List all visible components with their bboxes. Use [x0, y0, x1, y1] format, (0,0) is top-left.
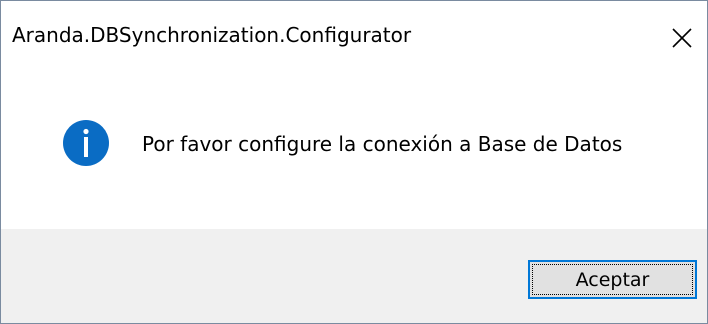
message-text: Por favor configure la conexión a Base d… — [142, 132, 623, 156]
title-bar[interactable]: Aranda.DBSynchronization.Configurator — [1, 1, 707, 75]
close-icon — [672, 28, 692, 48]
window-title: Aranda.DBSynchronization.Configurator — [12, 23, 412, 47]
ok-button[interactable]: Aceptar — [528, 260, 697, 299]
info-icon — [63, 120, 109, 166]
message-dialog: Aranda.DBSynchronization.Configurator Po… — [0, 0, 708, 324]
close-button[interactable] — [657, 7, 707, 63]
ok-button-label: Aceptar — [532, 264, 693, 295]
dialog-content: Por favor configure la conexión a Base d… — [1, 75, 707, 229]
button-bar: Aceptar — [1, 229, 707, 323]
